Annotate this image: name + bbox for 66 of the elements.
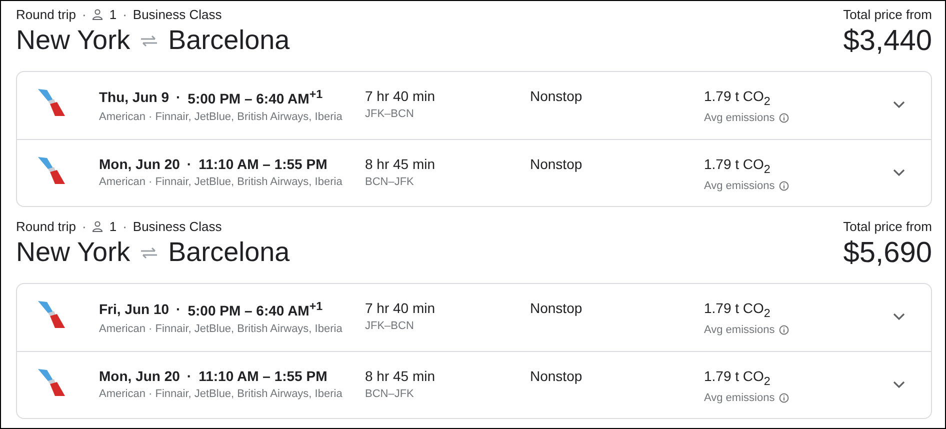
airlines: American · Finnair, JetBlue, British Airways, Iberia	[99, 388, 344, 400]
separator-dot: ·	[122, 219, 127, 234]
person-icon	[92, 221, 104, 232]
duration: 8 hr 45 min	[365, 156, 436, 172]
info-icon[interactable]	[778, 324, 789, 335]
tail-fin-logo	[37, 88, 65, 118]
separator-dot: ·	[82, 7, 86, 22]
separator-dot: ·	[176, 89, 181, 106]
emissions: 1.79 t CO$_{2}$	[704, 368, 772, 388]
swap-arrows-icon	[140, 34, 158, 46]
duration: 7 hr 40 min	[365, 300, 436, 316]
separator-dot: ·	[186, 368, 192, 384]
cabin-class: Business Class	[132, 219, 222, 234]
stops: Nonstop	[530, 300, 584, 316]
flight-date: Thu, Jun 9	[99, 89, 169, 106]
stops: Nonstop	[530, 368, 584, 384]
flight-times: 11:10 AM – 1:55 PM	[198, 368, 328, 384]
origin-city: New York	[16, 25, 130, 56]
swap-arrows-icon	[140, 246, 158, 258]
separator-dot: ·	[82, 219, 86, 234]
separator-dot: ·	[122, 7, 127, 22]
flight-date: Mon, Jun 20	[99, 368, 180, 384]
passenger-count: 1	[109, 7, 117, 22]
emissions-label: Avg emissions	[704, 392, 775, 404]
destination-city: Barcelona	[168, 237, 290, 268]
route: JFK–BCN	[365, 320, 415, 332]
price-label: Total price from	[843, 7, 932, 22]
emissions: 1.79 t CO$_{2}$	[704, 300, 772, 320]
airlines: American · Finnair, JetBlue, British Airways, Iberia	[99, 110, 344, 123]
emissions-label: Avg emissions	[704, 324, 775, 336]
trip-type: Round trip	[16, 7, 76, 22]
flight-date: Fri, Jun 10	[99, 301, 170, 318]
flight-times: 5:00 PM – 6:40 AM$^{+1}$	[188, 300, 323, 319]
origin-city: New York	[16, 237, 130, 268]
airlines: American · Finnair, JetBlue, British Airways, Iberia	[99, 176, 344, 188]
info-icon[interactable]	[778, 180, 789, 191]
emissions: 1.79 t CO$_{2}$	[704, 156, 772, 176]
separator-dot: ·	[176, 301, 181, 318]
stops: Nonstop	[530, 156, 584, 172]
separator-dot: ·	[186, 156, 192, 172]
person-icon	[92, 9, 104, 20]
info-icon[interactable]	[778, 392, 789, 403]
total-price: $5,690	[843, 237, 932, 270]
emissions-label: Avg emissions	[704, 180, 775, 192]
passenger-count: 1	[109, 219, 117, 234]
flight-times: 5:00 PM – 6:40 AM$^{+1}$	[188, 88, 323, 107]
cabin-class: Business Class	[132, 7, 222, 22]
tail-fin-logo	[37, 300, 65, 330]
route: JFK–BCN	[365, 108, 415, 120]
route: BCN–JFK	[365, 388, 415, 400]
price-label: Total price from	[843, 219, 932, 234]
flight-date: Mon, Jun 20	[99, 156, 180, 172]
flight-times: 11:10 AM – 1:55 PM	[198, 156, 328, 172]
total-price: $3,440	[843, 25, 932, 58]
info-icon[interactable]	[778, 112, 789, 123]
emissions-label: Avg emissions	[704, 112, 775, 124]
route: BCN–JFK	[365, 176, 415, 188]
trip-type: Round trip	[16, 219, 76, 234]
destination-city: Barcelona	[168, 25, 290, 56]
airlines: American · Finnair, JetBlue, British Airways, Iberia	[99, 322, 344, 335]
duration: 7 hr 40 min	[365, 88, 436, 104]
stops: Nonstop	[530, 88, 584, 104]
emissions: 1.79 t CO$_{2}$	[704, 88, 772, 108]
duration: 8 hr 45 min	[365, 368, 436, 384]
tail-fin-logo	[37, 368, 65, 398]
tail-fin-logo	[37, 156, 65, 186]
